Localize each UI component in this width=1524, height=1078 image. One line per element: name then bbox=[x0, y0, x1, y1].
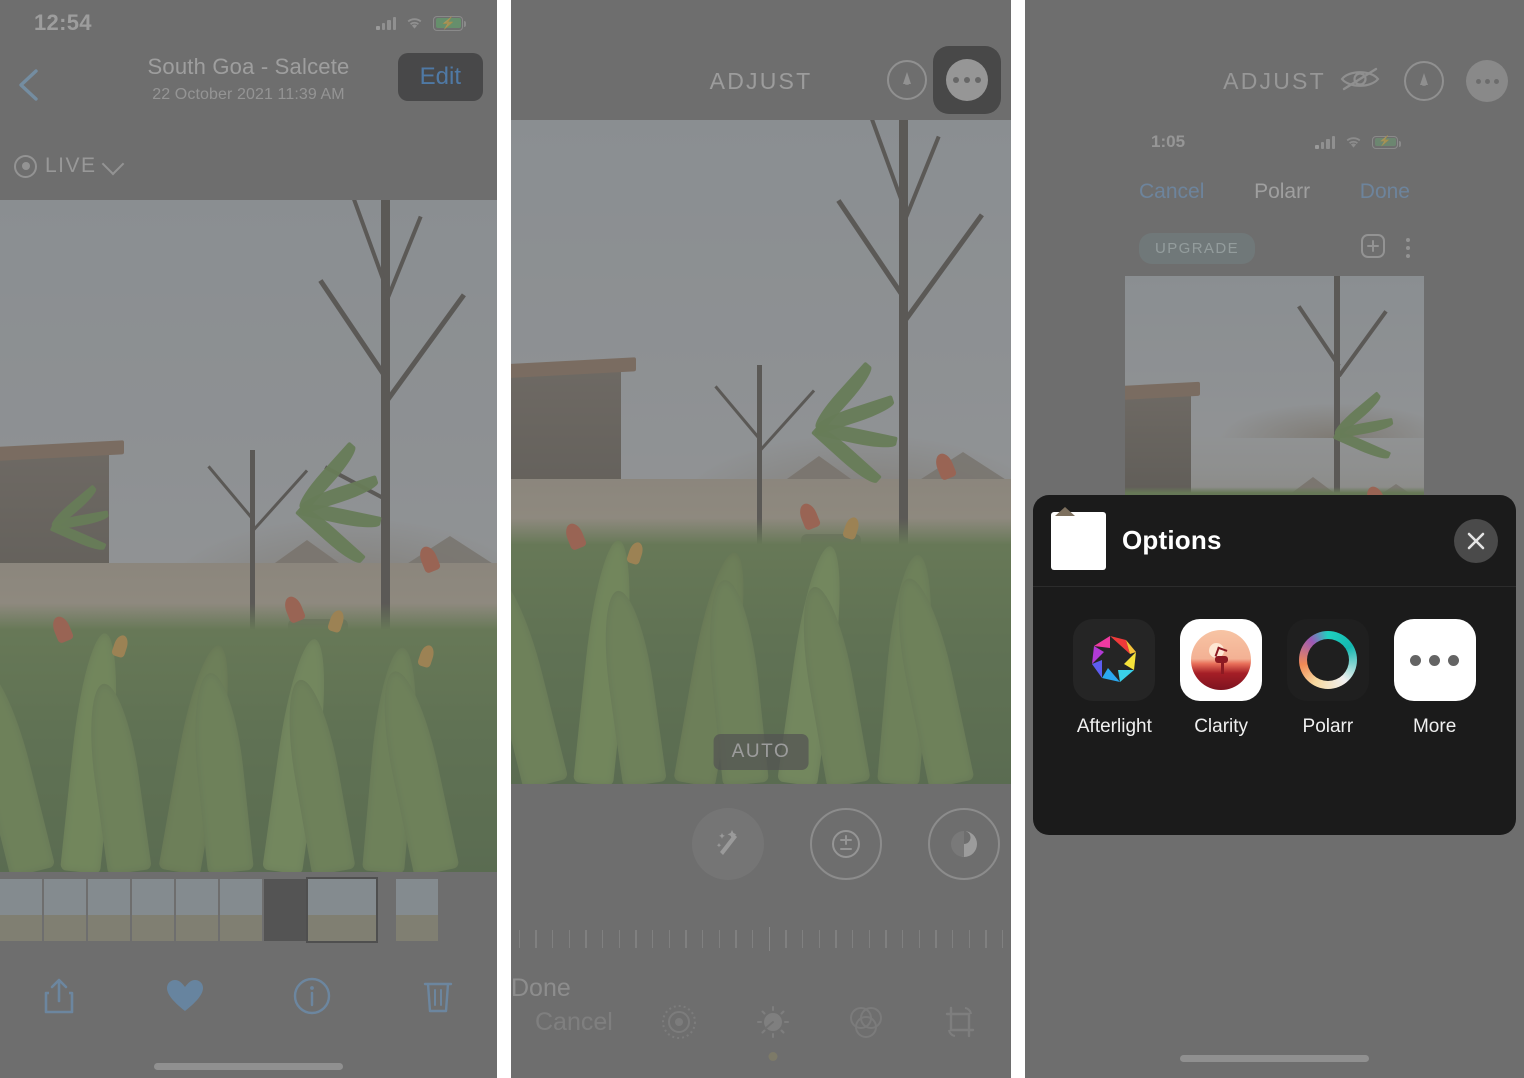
extension-sheet: 1:05 ⚡ Cancel Polarr Done UPGRADE bbox=[1025, 120, 1524, 546]
cancel-button[interactable]: Cancel bbox=[535, 1008, 613, 1037]
app-item-polarr[interactable]: Polarr bbox=[1275, 619, 1382, 738]
editor-bottom-bar: Cancel Done bbox=[511, 974, 1011, 1070]
favorite-button[interactable] bbox=[158, 969, 212, 1023]
contrast-button[interactable] bbox=[928, 808, 1000, 880]
list-item[interactable] bbox=[0, 879, 42, 941]
markup-pen-circle-icon[interactable] bbox=[887, 60, 927, 100]
list-item[interactable] bbox=[44, 879, 86, 941]
edit-button-label: Edit bbox=[419, 63, 461, 90]
options-sheet: Options Afterlight Clarity Polarr More bbox=[1033, 495, 1516, 835]
panel-photo-editor: AUTO ADJUST Cancel Done bbox=[511, 0, 1011, 1078]
live-photo-icon bbox=[14, 154, 37, 178]
options-sheet-header: Options bbox=[1033, 495, 1516, 587]
wifi-icon bbox=[1344, 135, 1363, 149]
auto-badge: AUTO bbox=[713, 734, 809, 770]
close-x-icon[interactable] bbox=[1454, 518, 1498, 563]
list-item[interactable] bbox=[88, 879, 130, 941]
edit-button[interactable]: Edit bbox=[397, 53, 483, 101]
panel-photo-viewer: 12:54 ⚡ South Goa - Salcete 22 October 2… bbox=[0, 0, 497, 1078]
photo-nav-bar: South Goa - Salcete 22 October 2021 11:3… bbox=[0, 46, 497, 130]
cancel-button[interactable]: Cancel bbox=[1139, 180, 1204, 204]
battery-charging-icon: ⚡ bbox=[1372, 135, 1401, 149]
editor-mode-label: ADJUST bbox=[1223, 67, 1326, 94]
app-item-more[interactable]: More bbox=[1381, 619, 1488, 738]
tab-crop-rotate[interactable] bbox=[933, 995, 987, 1049]
tab-adjust[interactable] bbox=[746, 995, 800, 1061]
list-item-selected[interactable] bbox=[306, 877, 378, 943]
photo-action-toolbar bbox=[0, 946, 497, 1046]
app-label: Afterlight bbox=[1076, 716, 1152, 737]
markup-pen-circle-icon[interactable] bbox=[1404, 61, 1444, 101]
more-options-button[interactable] bbox=[933, 46, 1001, 114]
extension-toolbar: UPGRADE bbox=[1117, 220, 1432, 276]
wifi-icon bbox=[405, 16, 424, 30]
extension-nav-bar: Cancel Polarr Done bbox=[1117, 164, 1432, 220]
options-app-list: Afterlight Clarity Polarr More bbox=[1033, 587, 1516, 738]
photo-thumbnail-strip[interactable] bbox=[0, 874, 497, 946]
info-button[interactable] bbox=[285, 969, 339, 1023]
extension-title: Polarr bbox=[1254, 180, 1311, 203]
upgrade-button[interactable]: UPGRADE bbox=[1139, 232, 1255, 264]
tab-filters[interactable] bbox=[839, 995, 893, 1049]
app-label: Clarity bbox=[1194, 716, 1249, 737]
tab-live-photo[interactable] bbox=[652, 995, 706, 1049]
home-indicator[interactable] bbox=[511, 1070, 1011, 1078]
editor-adjust-controls bbox=[511, 784, 1011, 904]
home-indicator[interactable] bbox=[0, 1046, 497, 1078]
list-item[interactable] bbox=[176, 879, 218, 941]
status-time: 12:54 bbox=[34, 10, 92, 35]
app-item-clarity[interactable]: Clarity bbox=[1168, 619, 1275, 738]
afterlight-app-icon bbox=[1073, 619, 1156, 701]
ellipsis-circle-icon bbox=[946, 59, 988, 101]
magic-wand-button[interactable] bbox=[692, 808, 764, 880]
list-item[interactable] bbox=[220, 879, 262, 941]
more-ellipsis-icon bbox=[1393, 619, 1476, 701]
ellipsis-circle-icon[interactable] bbox=[1466, 60, 1508, 102]
list-item[interactable] bbox=[132, 879, 174, 941]
exposure-button[interactable] bbox=[810, 808, 882, 880]
options-title: Options bbox=[1122, 525, 1222, 555]
eye-slash-icon[interactable] bbox=[1338, 64, 1382, 99]
adjust-slider-ticks[interactable] bbox=[511, 904, 1011, 974]
share-button[interactable] bbox=[32, 969, 86, 1023]
home-indicator[interactable] bbox=[1025, 1038, 1524, 1078]
photo-editing-canvas[interactable]: AUTO bbox=[511, 120, 1011, 784]
clarity-app-icon bbox=[1180, 619, 1263, 701]
done-button[interactable]: Done bbox=[1360, 180, 1410, 204]
tab-active-dot bbox=[768, 1052, 778, 1061]
list-item[interactable] bbox=[264, 879, 306, 941]
add-square-icon[interactable] bbox=[1360, 233, 1386, 264]
delete-button[interactable] bbox=[411, 969, 465, 1023]
battery-charging-icon: ⚡ bbox=[433, 15, 466, 31]
status-time: 1:05 bbox=[1151, 132, 1186, 151]
editor-header: ADJUST bbox=[511, 42, 1011, 120]
panel-share-extension: ADJUST 1:05 ⚡ Cancel Polarr Done UPGRADE… bbox=[1025, 0, 1524, 1078]
photo-thumbnail bbox=[1051, 506, 1106, 570]
extension-status-bar: 1:05 ⚡ bbox=[1117, 120, 1432, 164]
photo-main[interactable] bbox=[0, 200, 497, 872]
live-photo-label: LIVE bbox=[45, 154, 97, 177]
more-vertical-icon[interactable] bbox=[1406, 238, 1410, 258]
polarr-app-icon bbox=[1286, 619, 1369, 701]
app-item-afterlight[interactable]: Afterlight bbox=[1061, 619, 1168, 738]
status-bar: 12:54 ⚡ bbox=[0, 0, 497, 46]
app-label: More bbox=[1412, 716, 1457, 737]
editor-mode-label: ADJUST bbox=[709, 67, 813, 94]
app-label: Polarr bbox=[1302, 716, 1354, 737]
list-item[interactable] bbox=[396, 879, 438, 941]
panel-gap bbox=[1011, 0, 1025, 1078]
three-panel-tutorial-board: 12:54 ⚡ South Goa - Salcete 22 October 2… bbox=[0, 0, 1524, 1078]
cellular-bars-icon bbox=[376, 16, 396, 30]
live-photo-badge[interactable]: LIVE bbox=[0, 130, 497, 202]
editor-header: ADJUST bbox=[1025, 42, 1524, 120]
cellular-bars-icon bbox=[1315, 135, 1335, 149]
chevron-down-icon bbox=[101, 152, 124, 175]
panel-gap bbox=[497, 0, 511, 1078]
